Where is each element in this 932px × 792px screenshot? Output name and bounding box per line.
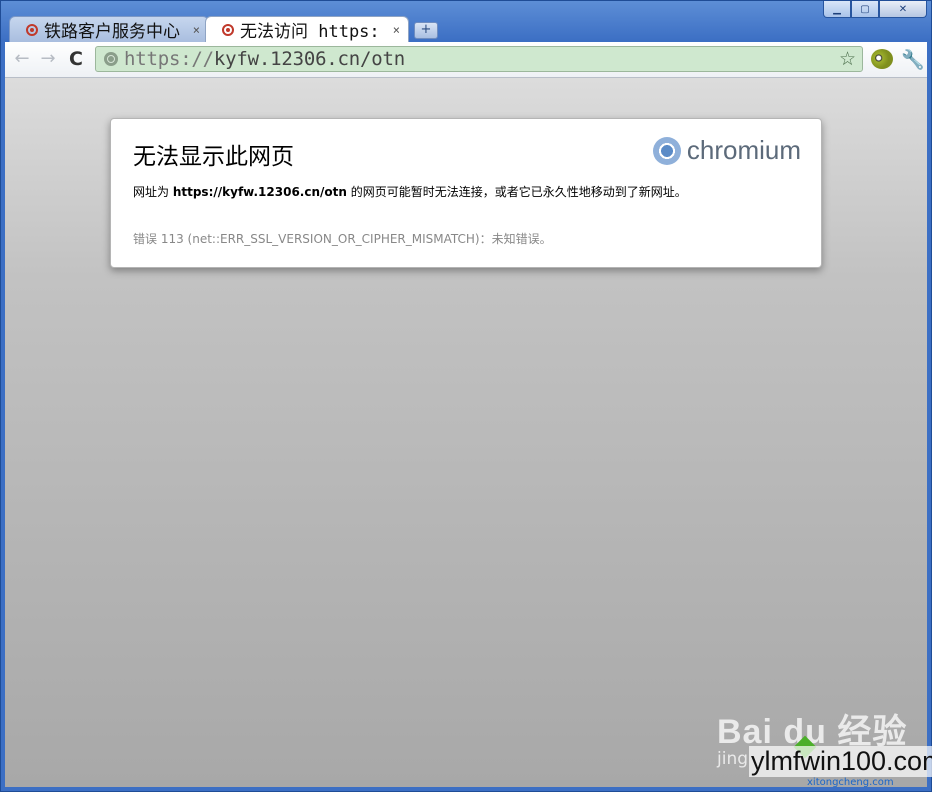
tab-title: 铁路客户服务中心 xyxy=(44,22,180,42)
browser-window: ▁ ▢ ✕ 铁路客户服务中心 × 无法访问 https: × + ← → C h… xyxy=(0,0,932,792)
tab-railway-service[interactable]: 铁路客户服务中心 × xyxy=(9,16,209,42)
site-watermark: ylmfwin100.com xyxy=(749,746,932,777)
site-sub-watermark: xitongcheng.com xyxy=(807,777,894,788)
message-suffix: 的网页可能暂时无法连接，或者它已永久性地移动到了新网址。 xyxy=(346,185,687,199)
forward-button[interactable]: → xyxy=(37,48,59,70)
tab-title: 无法访问 https: xyxy=(240,22,380,42)
address-bar[interactable]: https://kyfw.12306.cn/otn ☆ xyxy=(95,46,863,72)
chromium-logo: chromium xyxy=(652,135,801,166)
tab-strip: 铁路客户服务中心 × 无法访问 https: × + xyxy=(9,16,909,42)
railway-favicon-icon xyxy=(222,23,234,36)
bookmark-star-icon[interactable]: ☆ xyxy=(839,48,856,70)
toolbar: ← → C https://kyfw.12306.cn/otn ☆ 🔧 xyxy=(5,42,927,78)
extension-owl-icon[interactable] xyxy=(871,49,893,69)
message-url: https://kyfw.12306.cn/otn xyxy=(172,185,347,199)
url-scheme: https:// xyxy=(124,48,214,70)
new-tab-button[interactable]: + xyxy=(414,22,438,39)
url-host-path: kyfw.12306.cn/otn xyxy=(213,48,405,70)
url-text[interactable]: https://kyfw.12306.cn/otn xyxy=(124,48,405,70)
back-button[interactable]: ← xyxy=(11,48,33,70)
globe-icon xyxy=(104,52,118,66)
tab-error-page[interactable]: 无法访问 https: × xyxy=(205,16,409,42)
error-code: 错误 113 (net::ERR_SSL_VERSION_OR_CIPHER_M… xyxy=(133,232,552,246)
tab-close-icon[interactable]: × xyxy=(393,23,400,37)
message-prefix: 网址为 xyxy=(133,185,173,199)
railway-favicon-icon xyxy=(26,23,38,36)
chromium-logo-icon xyxy=(652,136,681,165)
page-content: 无法显示此网页 chromium 网址为 https://kyfw.12306.… xyxy=(5,78,927,787)
chromium-logo-text: chromium xyxy=(686,135,801,165)
tab-close-icon[interactable]: × xyxy=(193,23,200,37)
error-message: 网址为 https://kyfw.12306.cn/otn 的网页可能暂时无法连… xyxy=(133,183,799,200)
reload-button[interactable]: C xyxy=(65,48,87,70)
wrench-menu-icon[interactable]: 🔧 xyxy=(901,48,925,71)
jing-watermark: jing xyxy=(717,749,749,769)
error-box: 无法显示此网页 chromium 网址为 https://kyfw.12306.… xyxy=(110,118,822,268)
